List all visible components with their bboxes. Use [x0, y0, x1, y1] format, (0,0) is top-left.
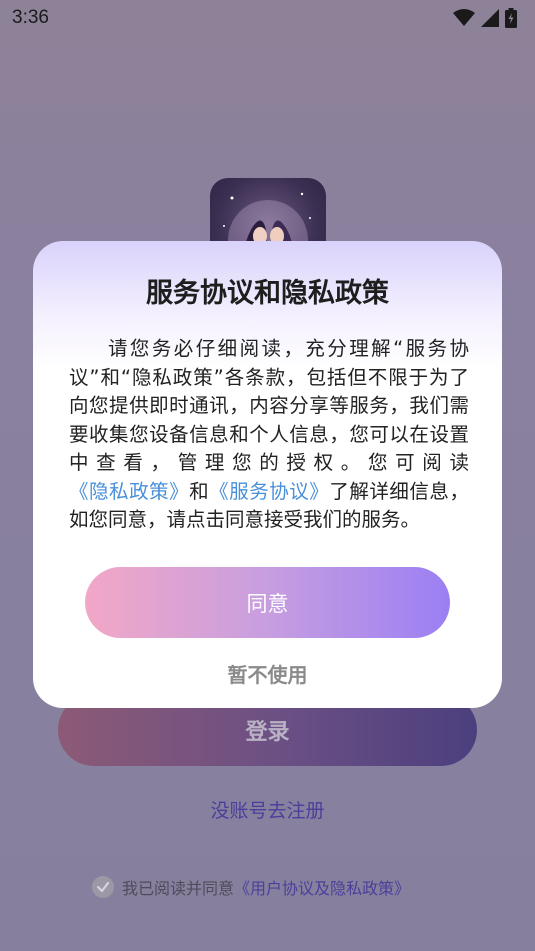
check-icon — [96, 881, 110, 893]
battery-icon — [505, 8, 517, 28]
user-agreement-link[interactable]: 《用户协议及隐私政策》 — [234, 875, 410, 899]
agreement-text: 我已阅读并同意 — [122, 879, 235, 898]
status-icons — [453, 8, 517, 28]
privacy-dialog: 服务协议和隐私政策 请您务必仔细阅读，充分理解“服务协议”和“隐私政策”各条款，… — [33, 241, 502, 708]
agree-button[interactable]: 同意 — [85, 567, 450, 638]
privacy-policy-link[interactable]: 《隐私政策》 — [69, 480, 189, 503]
dialog-body-and: 和 — [189, 479, 210, 503]
agreement-checkbox[interactable] — [92, 876, 114, 898]
service-agreement-link[interactable]: 《服务协议》 — [209, 480, 329, 503]
wifi-icon — [453, 9, 475, 27]
dialog-body: 请您务必仔细阅读，充分理解“服务协议”和“隐私政策”各条款，包括但不限于为了向您… — [69, 335, 469, 535]
status-bar: 3:36 — [0, 0, 535, 36]
register-link[interactable]: 没账号去注册 — [0, 796, 535, 823]
dialog-title: 服务协议和隐私政策 — [146, 278, 389, 309]
status-time: 3:36 — [12, 7, 49, 28]
signal-icon — [481, 9, 499, 27]
agreement-row: 我已阅读并同意 《用户协议及隐私政策》 — [92, 875, 410, 899]
dialog-body-text: 请您务必仔细阅读，充分理解“服务协议”和“隐私政策”各条款，包括但不限于为了向您… — [69, 337, 469, 474]
decline-button[interactable]: 暂不使用 — [33, 659, 502, 688]
